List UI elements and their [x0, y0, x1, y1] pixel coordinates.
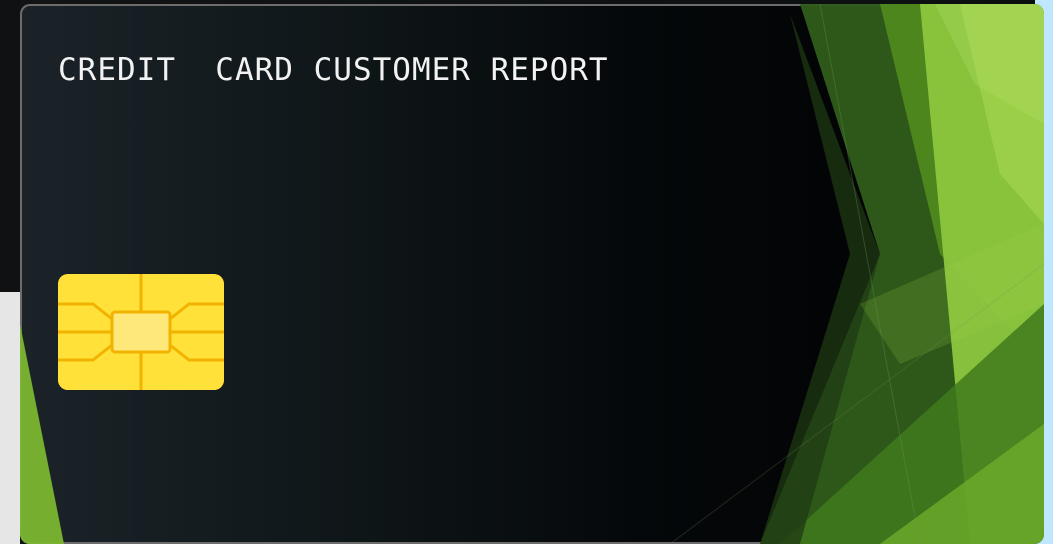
background-left-top — [0, 0, 20, 292]
background-left-bottom — [0, 292, 20, 544]
card-title: CREDIT CARD CUSTOMER REPORT — [58, 52, 609, 88]
sim-chip-icon — [58, 274, 224, 390]
credit-card: CREDIT CARD CUSTOMER REPORT — [20, 4, 1044, 544]
